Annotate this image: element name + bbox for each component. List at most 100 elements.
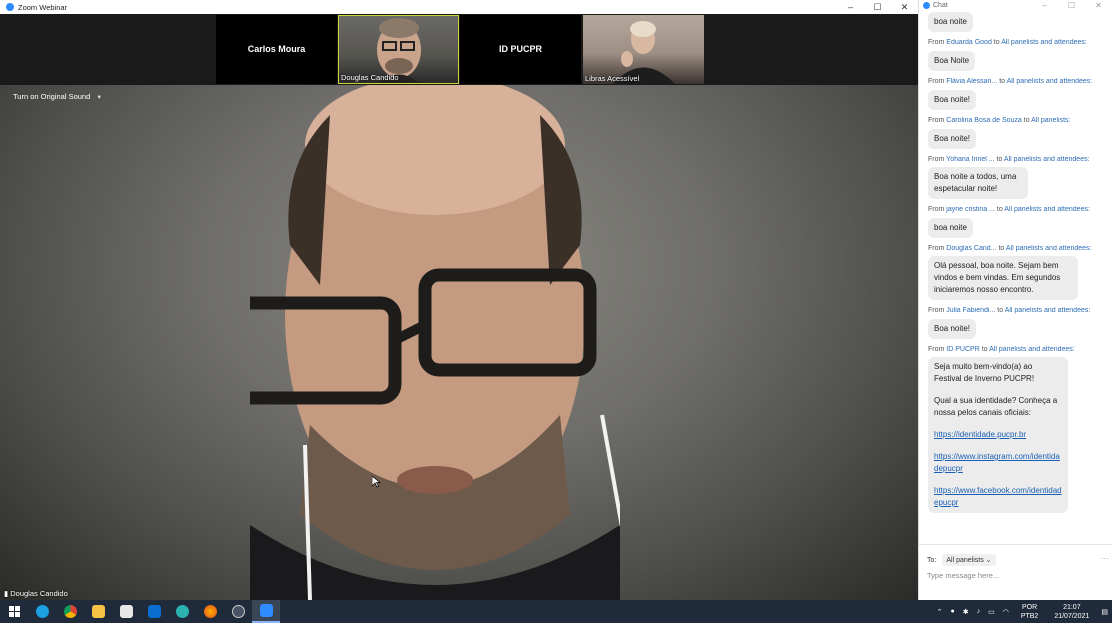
message-bubble: boa noite (928, 12, 973, 32)
clock-time: 21:07 (1063, 603, 1081, 611)
lang-code: POR (1021, 603, 1038, 611)
chat-minimize-button[interactable]: – (1031, 1, 1058, 10)
chat-maximize-button[interactable]: ☐ (1058, 1, 1085, 10)
network-icon[interactable]: ● (950, 608, 954, 615)
participant-name: ID PUCPR (498, 44, 542, 54)
participant-tile-idpucpr[interactable]: ID PUCPR (460, 15, 581, 84)
chat-compose-area: To: All panelists ⌄ ··· Type message her… (919, 544, 1112, 600)
message-text: Qual a sua identidade? Conheça a nossa p… (934, 396, 1058, 417)
link-instagram[interactable]: https://www.instagram.com/identidadepucp… (934, 452, 1060, 473)
close-button[interactable]: ✕ (891, 2, 918, 13)
message-bubble: Boa Noite (928, 51, 976, 71)
recipient-select-value: All panelists (946, 557, 984, 564)
wifi-icon[interactable]: ◠ (1003, 608, 1009, 616)
message-bubble: Boa noite! (928, 90, 977, 110)
from-word: From (928, 245, 945, 252)
participant-tile-douglas[interactable]: Douglas Candido ✖ (338, 15, 466, 84)
clock[interactable]: 21:07 21/07/2021 (1050, 603, 1093, 621)
chat-panel: Chat – ☐ ✕ boa noite From Eduarda Good t… (918, 0, 1112, 600)
participant-label: Libras Acessível (585, 74, 640, 83)
recipient-row: To: All panelists ⌄ (927, 554, 996, 566)
zoom-logo-icon (6, 3, 14, 11)
from-word: From (928, 307, 945, 314)
chrome-icon[interactable] (56, 600, 84, 623)
speaker-video-frame (250, 85, 620, 600)
to-word: to (1023, 117, 1030, 124)
mail-icon[interactable] (140, 600, 168, 623)
screen: Zoom Webinar – ☐ ✕ Carlos Moura Douglas … (0, 0, 1112, 623)
clock-date: 21/07/2021 (1054, 612, 1090, 620)
link-facebook[interactable]: https://www.facebook.com/identidadepucpr (934, 486, 1062, 507)
chat-message: From Eduarda Good to All panelists and a… (919, 39, 1112, 78)
original-sound-dropdown[interactable]: Turn on Original Sound ▼ (13, 92, 102, 101)
sender-name[interactable]: Flávia Alessan... (946, 78, 997, 85)
to-word: to (993, 39, 1000, 46)
chevron-up-icon[interactable]: ⌃ (937, 608, 943, 616)
bluetooth-icon[interactable]: ✱ (963, 608, 969, 616)
sender-name[interactable]: Eduarda Good (946, 39, 992, 46)
sender-name[interactable]: Douglas Cand... (946, 245, 996, 252)
zoom-window: Zoom Webinar – ☐ ✕ Carlos Moura Douglas … (0, 0, 918, 600)
language-indicator[interactable]: POR PTB2 (1017, 603, 1043, 621)
message-sender: From Julia Fabiendi... to All panelists … (928, 307, 1104, 314)
participant-name: Carlos Moura (247, 44, 306, 54)
recipient-select[interactable]: All panelists ⌄ (942, 554, 996, 566)
message-sender: From Flávia Alessan... to All panelists … (928, 78, 1104, 85)
participant-tile-libras[interactable]: Libras Acessível (583, 15, 704, 84)
window-title: Zoom Webinar (18, 2, 68, 12)
message-bubble: Boa noite a todos, uma espetacular noite… (928, 167, 1028, 199)
chat-message: From jayne cristina ... to All panelists… (919, 206, 1112, 245)
firefox-icon[interactable] (196, 600, 224, 623)
caret-down-icon: ▼ (96, 95, 103, 101)
recipient: All panelists and attendees: (1006, 78, 1093, 85)
sender-name[interactable]: Julia Fabiendi... (946, 307, 995, 314)
from-word: From (928, 39, 945, 46)
chat-close-button[interactable]: ✕ (1085, 1, 1112, 10)
sender-name[interactable]: Carolina Bosa de Souza (946, 117, 1022, 124)
windows-start-icon[interactable] (0, 600, 28, 623)
participant-label: Douglas Candido (341, 73, 399, 82)
signal-bars-icon: ▮ (4, 589, 9, 598)
message-text: Seja muito bem-vindo(a) ao Festival de I… (934, 362, 1035, 383)
participant-strip: Carlos Moura Douglas Candido ✖ ID PUCPR (0, 14, 918, 85)
app-icon[interactable] (168, 600, 196, 623)
message-sender: From Eduarda Good to All panelists and a… (928, 39, 1104, 46)
message-sender: From Douglas Cand... to All panelists an… (928, 245, 1104, 252)
chat-message: From Julia Fabiendi... to All panelists … (919, 307, 1112, 346)
minimize-button[interactable]: – (837, 2, 864, 12)
mouse-cursor-icon (372, 476, 381, 488)
from-word: From (928, 206, 945, 213)
chat-message: From Douglas Cand... to All panelists an… (919, 245, 1112, 307)
from-word: From (928, 346, 945, 353)
zoom-logo-icon (923, 2, 930, 9)
message-bubble: Olá pessoal, boa noite. Sejam bem vindos… (928, 256, 1078, 300)
link-identidade[interactable]: https://identidade.pucpr.br (934, 430, 1026, 439)
clock-app-icon[interactable] (224, 600, 252, 623)
sender-name[interactable]: ID PUCPR (946, 346, 979, 353)
chat-message-list[interactable]: boa noite From Eduarda Good to All panel… (919, 11, 1112, 544)
store-icon[interactable] (112, 600, 140, 623)
to-word: to (998, 245, 1005, 252)
sender-name[interactable]: jayne cristina ... (946, 206, 995, 213)
sender-name[interactable]: Yohana Irinel ... (946, 156, 994, 163)
message-bubble: Seja muito bem-vindo(a) ao Festival de I… (928, 357, 1068, 513)
original-sound-label: Turn on Original Sound (13, 92, 91, 101)
maximize-button[interactable]: ☐ (864, 2, 891, 13)
volume-icon[interactable]: ♪ (977, 608, 981, 615)
message-sender: From Carolina Bosa de Souza to All panel… (928, 117, 1104, 124)
message-bubble: Boa noite! (928, 129, 977, 149)
speaker-name: Douglas Candido (10, 589, 68, 598)
monitor-icon[interactable]: ▭ (988, 608, 995, 616)
from-word: From (928, 117, 945, 124)
edge-icon[interactable] (28, 600, 56, 623)
participant-tile-carlos[interactable]: Carlos Moura (216, 15, 337, 84)
more-options-icon[interactable]: ··· (1101, 554, 1109, 563)
chevron-down-icon: ⌄ (985, 557, 992, 564)
chat-message: From ID PUCPR to All panelists and atten… (919, 346, 1112, 520)
chat-message: From Yohana Irinel ... to All panelists … (919, 156, 1112, 206)
zoom-icon[interactable] (252, 600, 280, 623)
message-input[interactable]: Type message here... (927, 571, 999, 580)
notifications-icon[interactable]: ▤ (1101, 608, 1108, 616)
file-explorer-icon[interactable] (84, 600, 112, 623)
message-sender: From jayne cristina ... to All panelists… (928, 206, 1104, 213)
